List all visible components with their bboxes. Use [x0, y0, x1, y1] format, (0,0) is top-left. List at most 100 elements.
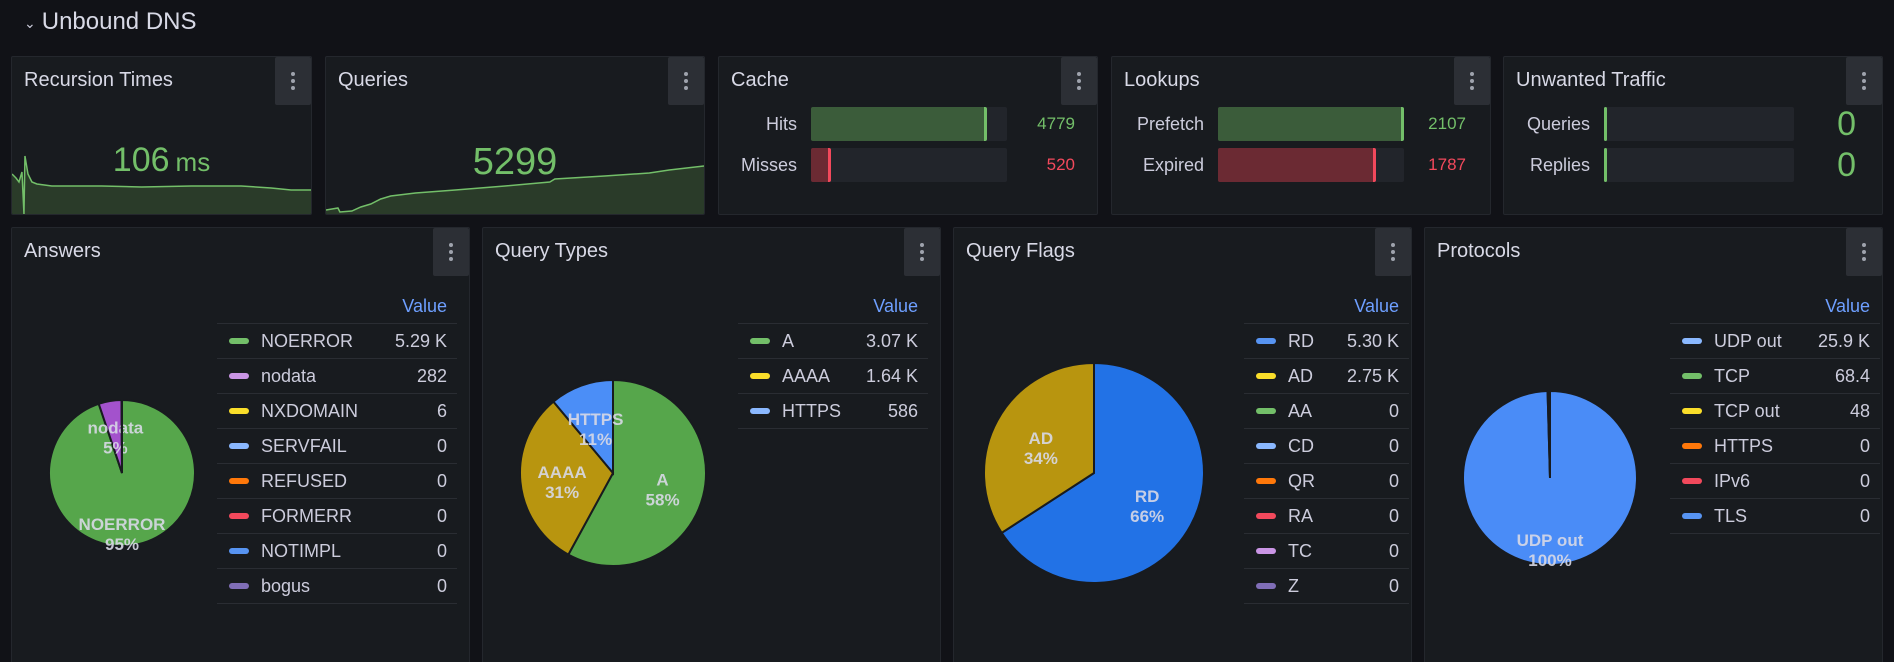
panel-menu-button[interactable]: [904, 228, 940, 276]
pie-legend: Value UDP out 25.9 K TCP 68.4 TCP out 48 HTTPS 0…: [1670, 288, 1880, 534]
menu-dot-icon: [1077, 72, 1081, 76]
panel-menu-button[interactable]: [275, 57, 311, 105]
legend-item[interactable]: bogus 0: [217, 569, 457, 604]
bar-gauge-value: 0: [1837, 145, 1856, 184]
panel-menu-button[interactable]: [668, 57, 704, 105]
legend-swatch-icon: [229, 513, 249, 519]
panel-recursion-times: Recursion Times 106 ms: [11, 56, 312, 215]
legend-item[interactable]: NOERROR 5.29 K: [217, 324, 457, 359]
legend-value: 2.75 K: [1346, 365, 1399, 386]
row-header-unbound-dns[interactable]: ⌄ Unbound DNS: [24, 6, 197, 38]
menu-dot-icon: [1862, 72, 1866, 76]
legend-item[interactable]: RA 0: [1244, 499, 1409, 534]
panel-queries: Queries 5299: [325, 56, 705, 215]
legend-item[interactable]: HTTPS 0: [1670, 429, 1880, 464]
legend-value-header[interactable]: Value: [1670, 288, 1880, 324]
legend-name: TC: [1288, 540, 1312, 561]
legend-item[interactable]: TCP 68.4: [1670, 359, 1880, 394]
legend-item[interactable]: HTTPS 586: [738, 394, 928, 429]
legend-value-header[interactable]: Value: [1244, 288, 1409, 324]
legend-swatch-icon: [229, 548, 249, 554]
pie-label: A: [656, 471, 668, 490]
legend-name: AA: [1288, 400, 1313, 421]
bar-gauge-fill: [811, 148, 831, 182]
legend-item[interactable]: AA 0: [1244, 394, 1409, 429]
panel-menu-button[interactable]: [1454, 57, 1490, 105]
legend-name: Z: [1288, 575, 1299, 596]
legend-swatch-icon: [229, 373, 249, 379]
legend-name: TCP out: [1714, 400, 1780, 421]
row-title: Unbound DNS: [41, 8, 197, 35]
legend-name: AAAA: [782, 365, 831, 386]
legend-name: bogus: [261, 575, 311, 596]
menu-dot-icon: [920, 257, 924, 261]
bar-gauge-value: 4779: [1037, 114, 1075, 133]
legend-name: CD: [1288, 435, 1314, 456]
menu-dot-icon: [1470, 72, 1474, 76]
menu-dot-icon: [291, 86, 295, 90]
panel-menu-button[interactable]: [1061, 57, 1097, 105]
legend-item[interactable]: A 3.07 K: [738, 324, 928, 359]
panel-menu-button[interactable]: [1846, 57, 1882, 105]
stat-number: 106: [112, 141, 170, 179]
stat-unit: ms: [175, 147, 211, 177]
legend-item[interactable]: SERVFAIL 0: [217, 429, 457, 464]
panel-title: Unwanted Traffic: [1516, 69, 1666, 91]
legend-name: HTTPS: [1714, 435, 1774, 456]
legend-item[interactable]: AAAA 1.64 K: [738, 359, 928, 394]
legend-swatch-icon: [229, 583, 249, 589]
legend-item[interactable]: UDP out 25.9 K: [1670, 324, 1880, 359]
legend-swatch-icon: [1256, 443, 1276, 449]
panel-menu-button[interactable]: [1846, 228, 1882, 276]
pie-label: AD: [1029, 429, 1054, 448]
panel-query-types: Query Types A 58% AAAA 31% HTTPS 11% Value A 3.0…: [482, 227, 941, 662]
bar-gauge-track: [1604, 107, 1794, 141]
pie-label: AAAA: [538, 463, 587, 482]
chevron-down-icon: ⌄: [24, 14, 36, 31]
legend-item[interactable]: NOTIMPL 0: [217, 534, 457, 569]
bar-gauge-fill: [1218, 107, 1404, 141]
legend-value-header[interactable]: Value: [738, 288, 928, 324]
legend-item[interactable]: AD 2.75 K: [1244, 359, 1409, 394]
legend-value: 6: [436, 400, 447, 421]
legend-item[interactable]: Z0: [1244, 569, 1409, 604]
legend-name: nodata: [261, 365, 317, 386]
legend-item[interactable]: TCP out 48: [1670, 394, 1880, 429]
legend-item[interactable]: REFUSED 0: [217, 464, 457, 499]
bar-gauge-fill: [1604, 107, 1607, 141]
panel-menu-button[interactable]: [433, 228, 469, 276]
legend-name: FORMERR: [261, 505, 352, 526]
bar-gauge-track: [811, 107, 1007, 141]
menu-dot-icon: [1862, 250, 1866, 254]
bar-gauge-label: Expired: [1142, 154, 1204, 175]
legend-value: 0: [1388, 435, 1399, 456]
legend-swatch-icon: [229, 443, 249, 449]
legend-swatch-icon: [1256, 548, 1276, 554]
legend-name: NOERROR: [261, 330, 354, 351]
legend-swatch-icon: [229, 408, 249, 414]
legend-item[interactable]: QR 0: [1244, 464, 1409, 499]
legend-item[interactable]: TC 0: [1244, 534, 1409, 569]
legend-item[interactable]: NXDOMAIN 6: [217, 394, 457, 429]
menu-dot-icon: [1391, 250, 1395, 254]
panel-menu-button[interactable]: [1375, 228, 1411, 276]
legend-value: 68.4: [1834, 365, 1870, 386]
panel-cache: Cache Hits 4779 Misses 520: [718, 56, 1098, 215]
menu-dot-icon: [920, 243, 924, 247]
legend-value-header[interactable]: Value: [217, 288, 457, 324]
legend-swatch-icon: [1682, 513, 1702, 519]
legend-swatch-icon: [750, 338, 770, 344]
pie-slice-tcp-out[interactable]: [1547, 389, 1551, 479]
menu-dot-icon: [449, 243, 453, 247]
legend-item[interactable]: CD 0: [1244, 429, 1409, 464]
legend-item[interactable]: TLS 0: [1670, 499, 1880, 534]
legend-item[interactable]: RD 5.30 K: [1244, 324, 1409, 359]
legend-value: 0: [436, 575, 447, 596]
legend-name: RD: [1288, 330, 1314, 351]
bar-gauge-value: 1787: [1428, 155, 1466, 174]
legend-item[interactable]: IPv6 0: [1670, 464, 1880, 499]
pie-label: HTTPS: [568, 410, 624, 429]
pie-legend: Value NOERROR 5.29 K nodata 282 NXDOMAIN 6 SERV…: [217, 288, 457, 604]
legend-item[interactable]: FORMERR 0: [217, 499, 457, 534]
legend-item[interactable]: nodata 282: [217, 359, 457, 394]
